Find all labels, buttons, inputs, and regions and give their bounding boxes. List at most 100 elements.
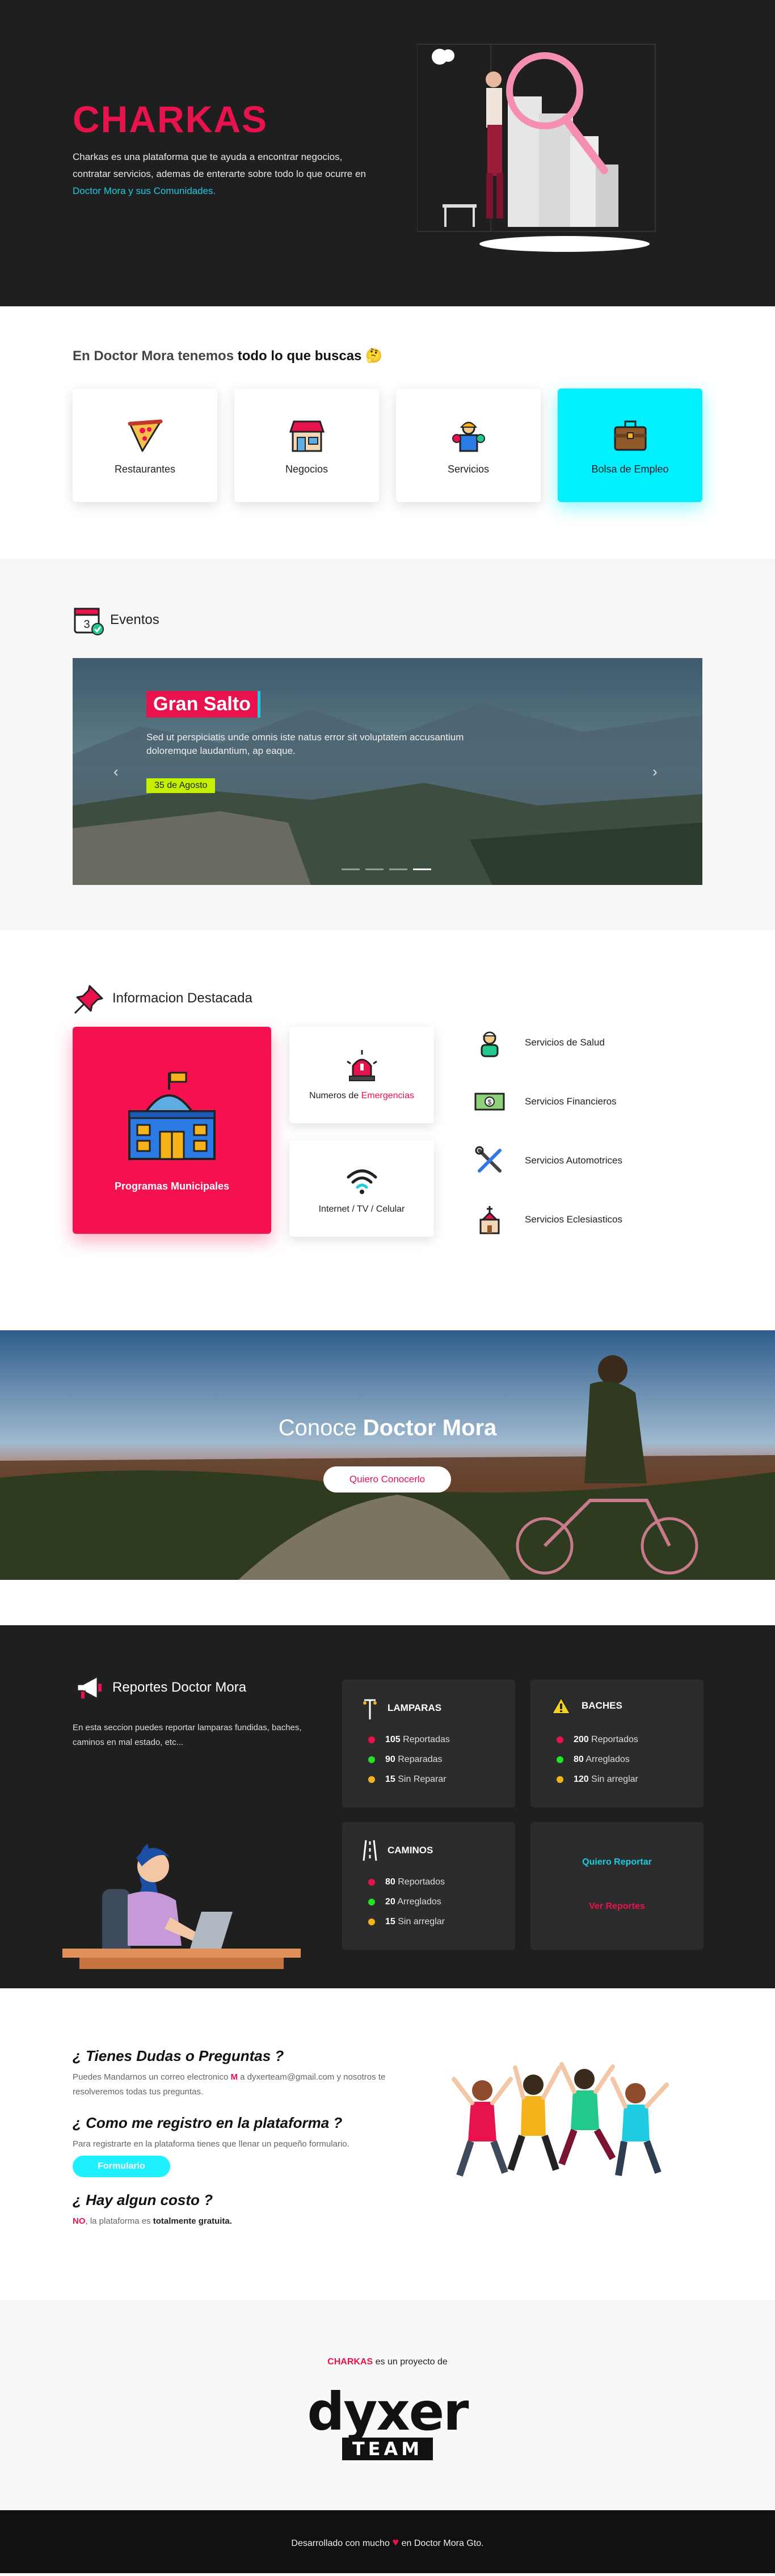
servicio-financiero[interactable]: $ Servicios Financieros: [474, 1086, 617, 1118]
servicio-salud[interactable]: Servicios de Salud: [474, 1027, 605, 1059]
category-restaurantes[interactable]: Restaurantes: [73, 389, 217, 502]
carousel-indicators: [342, 868, 431, 870]
megaphone-icon: [76, 1675, 103, 1700]
stat-value: 90: [385, 1754, 395, 1764]
footer: Desarrollado con mucho ♥ en Doctor Mora …: [0, 2510, 775, 2573]
stat-row: 105 Reportadas: [368, 1730, 450, 1749]
emergencias-label: Numeros de Emergencias: [309, 1091, 414, 1101]
events-carousel[interactable]: Gran Salto Sed ut perspiciatis unde omni…: [73, 658, 702, 885]
internet-label: Internet / TV / Celular: [318, 1204, 405, 1214]
ver-reportes-link[interactable]: Ver Reportes: [530, 1902, 704, 1912]
carousel-indicator[interactable]: [342, 868, 360, 870]
categories-heading-text: En Doctor Mora tenemos: [73, 348, 238, 364]
faq-answer-costo: NO, la plataforma es totalmente gratuita…: [73, 2214, 413, 2229]
stat-row: 200 Reportados: [557, 1730, 638, 1749]
stat-text: 105 Reportadas: [385, 1735, 450, 1745]
faq-answer-registro: Para registrarte en la plataforma tienes…: [73, 2139, 349, 2149]
dyxer-team-logo[interactable]: dyxer TEAM: [302, 2374, 473, 2470]
stat-row: 15 Sin arreglar: [368, 1912, 445, 1932]
carousel-indicator[interactable]: [365, 868, 384, 870]
stat-text: 20 Arreglados: [385, 1897, 441, 1907]
servicio-automotriz[interactable]: Servicios Automotrices: [474, 1145, 622, 1177]
status-dot-yellow: [557, 1776, 563, 1783]
events-heading: 3 Eventos: [73, 604, 159, 636]
stat-row: 80 Arreglados: [557, 1749, 638, 1769]
svg-text:$: $: [488, 1098, 492, 1106]
siren-icon: [346, 1050, 377, 1081]
status-dot-yellow: [368, 1776, 375, 1783]
stat-value: 15: [385, 1916, 395, 1926]
servicio-label: Servicios Financieros: [525, 1096, 617, 1107]
dyxer-logo-word: dyxer: [308, 2381, 470, 2442]
pizza-icon: [128, 419, 162, 452]
stat-row: 90 Reparadas: [368, 1749, 450, 1769]
servicio-label: Servicios Eclesiasticos: [525, 1214, 622, 1225]
info-heading: Informacion Destacada: [73, 981, 252, 1015]
category-negocios[interactable]: Negocios: [234, 389, 379, 502]
hero-illustration: [417, 44, 656, 252]
quiero-reportar-link[interactable]: Quiero Reportar: [530, 1857, 704, 1867]
stat-label: Arreglados: [397, 1896, 441, 1907]
carousel-prev-icon[interactable]: ‹: [113, 763, 119, 781]
categories-heading-bold: todo lo que buscas: [237, 348, 362, 364]
status-dot-yellow: [368, 1918, 375, 1925]
carousel-indicator[interactable]: [389, 868, 407, 870]
stat-value: 200: [574, 1734, 589, 1744]
banner-title: Conoce Doctor Mora: [0, 1415, 775, 1441]
emergencias-card[interactable]: Numeros de Emergencias: [289, 1027, 434, 1123]
project-section: CHARKAS es un proyecto de dyxer TEAM: [0, 2300, 775, 2510]
stat-label: Reportados: [591, 1734, 638, 1744]
quiero-conocerlo-button[interactable]: Quiero Conocerlo: [323, 1466, 451, 1493]
stat-text: 90 Reparadas: [385, 1755, 443, 1765]
category-label: Restaurantes: [114, 463, 176, 475]
money-icon: $: [474, 1086, 506, 1118]
category-bolsa-de-empleo[interactable]: Bolsa de Empleo: [558, 389, 702, 502]
stat-text: 80 Reportados: [385, 1877, 445, 1887]
caminos-stats: 80 Reportados 20 Arreglados 15 Sin arreg…: [368, 1872, 445, 1932]
project-brand: CHARKAS: [327, 2357, 373, 2367]
faq-answer-bold: totalmente gratuita.: [153, 2216, 232, 2226]
baches-card: BACHES 200 Reportados 80 Arreglados 120 …: [530, 1680, 704, 1807]
stat-row: 15 Sin Reparar: [368, 1769, 450, 1789]
thinking-emoji-icon: 🤔: [365, 348, 382, 364]
emergencias-label-text: Numeros de: [309, 1091, 361, 1101]
status-dot-red: [368, 1736, 375, 1743]
category-label: Bolsa de Empleo: [591, 463, 669, 475]
stat-label: Reparadas: [398, 1754, 443, 1764]
info-section: Informacion Destacada Programas Municipa…: [0, 930, 775, 1330]
pushpin-icon: [74, 985, 103, 1014]
banner-image: [0, 1330, 775, 1580]
stat-label: Sin arreglar: [398, 1916, 445, 1926]
status-dot-green: [368, 1898, 375, 1905]
status-dot-green: [557, 1756, 563, 1763]
banner-title-text: Conoce: [278, 1415, 363, 1440]
formulario-button[interactable]: Formulario: [73, 2156, 170, 2177]
servicio-label: Servicios de Salud: [525, 1037, 605, 1048]
project-credit: CHARKAS es un proyecto de: [0, 2357, 775, 2367]
events-section: 3 Eventos Gran Salto Sed ut perspiciatis…: [0, 559, 775, 930]
lamparas-title: LAMPARAS: [387, 1702, 442, 1713]
baches-title: BACHES: [582, 1700, 622, 1711]
tools-icon: [474, 1145, 506, 1177]
faq-answer-text: Puedes Mandarnos un correo electronico: [73, 2072, 231, 2082]
stat-row: 20 Arreglados: [368, 1892, 445, 1912]
stat-value: 105: [385, 1734, 401, 1744]
stat-text: 120 Sin arreglar: [574, 1774, 638, 1785]
internet-card[interactable]: Internet / TV / Celular: [289, 1140, 434, 1237]
servicio-eclesiastico[interactable]: Servicios Eclesiasticos: [474, 1204, 622, 1236]
carousel-next-icon[interactable]: ›: [652, 763, 658, 781]
store-icon: [289, 420, 325, 452]
status-dot-green: [368, 1756, 375, 1763]
stat-text: 15 Sin arreglar: [385, 1917, 445, 1927]
hero-description-text: Charkas es una plataforma que te ayuda a…: [73, 151, 366, 179]
carousel-indicator-active[interactable]: [413, 868, 431, 870]
stat-value: 80: [385, 1877, 395, 1887]
lamparas-header: LAMPARAS: [363, 1697, 441, 1719]
programas-municipales-card[interactable]: Programas Municipales: [73, 1027, 271, 1234]
report-actions-card: Quiero Reportar Ver Reportes: [530, 1822, 704, 1950]
category-servicios[interactable]: Servicios: [396, 389, 541, 502]
lamparas-stats: 105 Reportadas 90 Reparadas 15 Sin Repar…: [368, 1730, 450, 1789]
reports-heading: Reportes Doctor Mora: [73, 1671, 246, 1705]
hero-community-link[interactable]: Doctor Mora y sus Comunidades.: [73, 185, 216, 196]
event-date-badge: 35 de Agosto: [146, 778, 216, 793]
